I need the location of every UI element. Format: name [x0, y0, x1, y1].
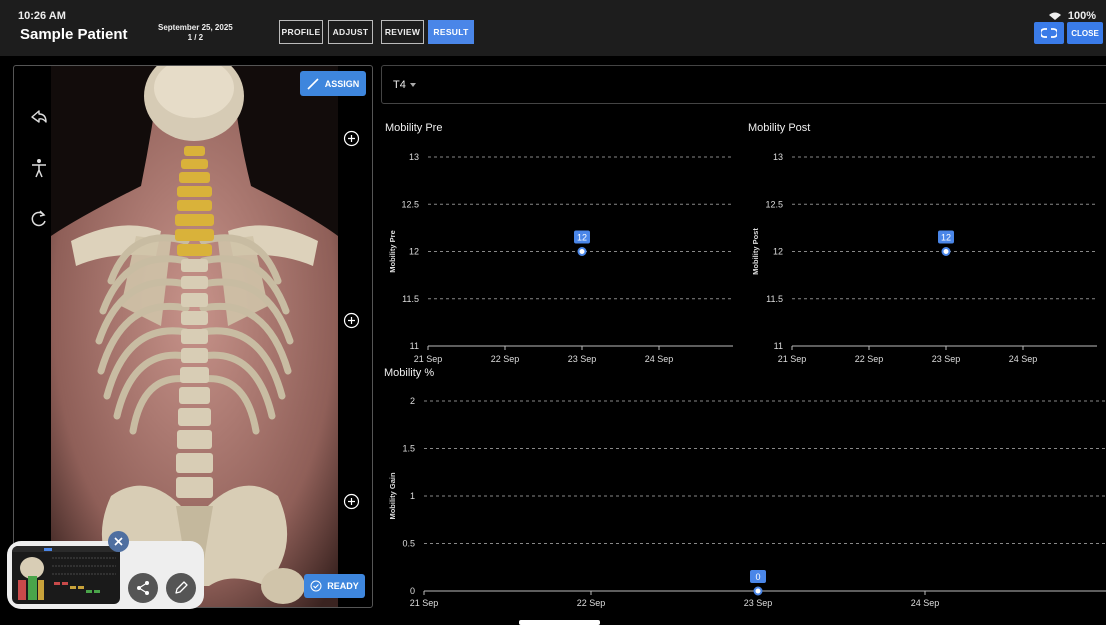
y-tick-label: 0.5 — [402, 539, 415, 549]
x-tick-label: 21 Sep — [778, 354, 807, 364]
y-tick-label: 12.5 — [401, 199, 419, 209]
y-tick-label: 11.5 — [766, 294, 783, 304]
x-tick-label: 23 Sep — [744, 598, 773, 608]
data-label: 0 — [755, 572, 760, 582]
close-icon — [114, 537, 123, 546]
share-icon — [137, 581, 149, 595]
charts-area: 1111.51212.51321 Sep 22 Sep 23 Sep 24 SepMo… — [388, 152, 1106, 608]
y-tick-label: 13 — [773, 152, 783, 162]
x-tick-label: 24 Sep — [645, 354, 674, 364]
dismiss-preview-button[interactable] — [108, 531, 129, 552]
markup-button[interactable] — [166, 573, 196, 603]
screenshot-thumbnail[interactable] — [12, 546, 120, 604]
y-tick-label: 0 — [410, 586, 415, 596]
y-axis-label: Mobility Gain — [388, 472, 397, 520]
edit-icon — [175, 581, 188, 594]
y-axis-label: Mobility Post — [751, 228, 760, 275]
y-tick-label: 12.5 — [765, 199, 783, 209]
x-tick-label: 24 Sep — [1009, 354, 1038, 364]
x-tick-label: 23 Sep — [568, 354, 597, 364]
data-point — [753, 586, 763, 596]
y-tick-label: 11 — [410, 341, 419, 351]
data-label: 12 — [577, 233, 587, 243]
x-tick-label: 21 Sep — [410, 598, 439, 608]
data-label: 12 — [941, 233, 951, 243]
x-tick-label: 22 Sep — [491, 354, 520, 364]
x-tick-label: 24 Sep — [911, 598, 940, 608]
y-tick-label: 11 — [774, 341, 783, 351]
y-tick-label: 12 — [773, 247, 783, 257]
y-tick-label: 1 — [410, 491, 415, 501]
y-tick-label: 13 — [409, 152, 419, 162]
data-point — [577, 247, 587, 256]
home-indicator[interactable] — [519, 620, 600, 625]
y-axis-label: Mobility Pre — [388, 230, 397, 273]
share-button[interactable] — [128, 573, 158, 603]
y-tick-label: 1.5 — [402, 444, 415, 454]
y-tick-label: 2 — [410, 396, 415, 406]
y-tick-label: 12 — [409, 247, 419, 257]
x-tick-label: 22 Sep — [855, 354, 884, 364]
x-tick-label: 21 Sep — [414, 354, 443, 364]
y-tick-label: 11.5 — [402, 294, 419, 304]
x-tick-label: 23 Sep — [932, 354, 961, 364]
data-point — [941, 247, 951, 256]
thumbnail-image — [12, 546, 120, 600]
x-tick-label: 22 Sep — [577, 598, 606, 608]
